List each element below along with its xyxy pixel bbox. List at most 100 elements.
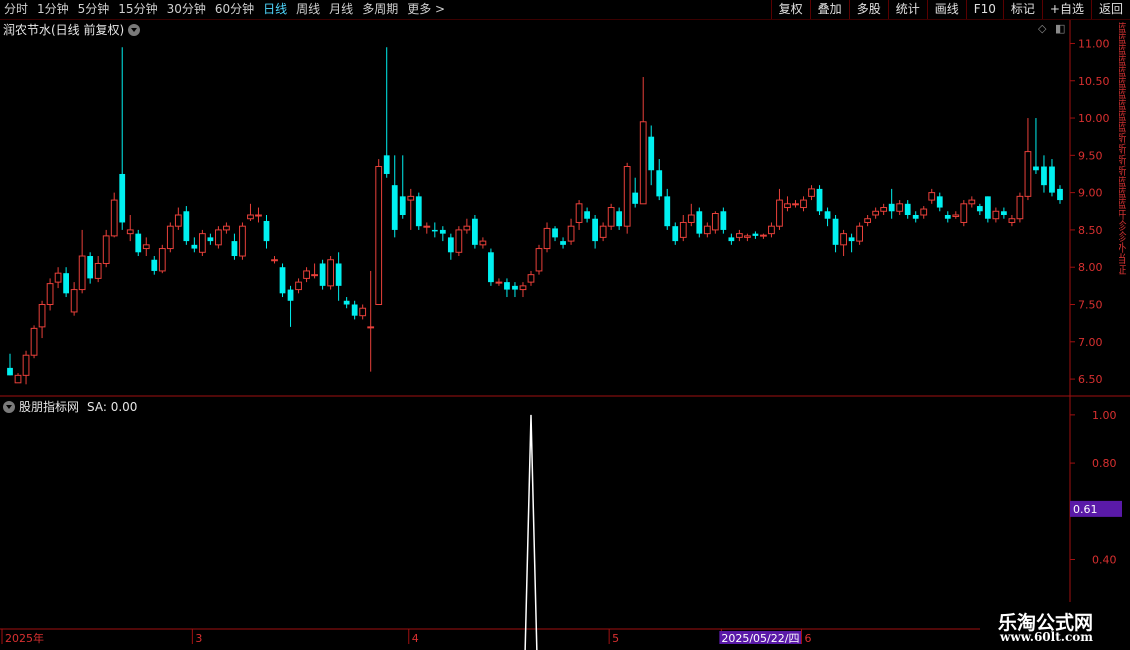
watermark-line2: www.60lt.com — [1000, 630, 1093, 644]
candle-body — [512, 285, 518, 290]
candle-body — [198, 233, 206, 253]
y-tick-label: 10.00 — [1078, 112, 1110, 125]
candle-body — [519, 285, 527, 291]
candle-body — [888, 203, 895, 212]
candle-body — [920, 208, 928, 216]
candle-body — [711, 213, 719, 231]
candle-body — [158, 248, 166, 272]
candle-body — [599, 225, 607, 238]
candle-body — [976, 206, 983, 212]
candle-body — [383, 155, 390, 174]
sub-y-tick-label: 1.00 — [1092, 409, 1117, 422]
candle-body — [800, 199, 807, 209]
candle-body — [535, 248, 543, 272]
candle-body — [808, 188, 815, 197]
cursor-value-text: 0.61 — [1073, 503, 1098, 516]
candle-body — [375, 166, 383, 305]
candle-body — [455, 229, 463, 253]
candle-body — [1033, 166, 1039, 171]
candle-body — [552, 228, 558, 238]
candle-body — [30, 327, 38, 356]
y-tick-label: 10.50 — [1078, 75, 1110, 88]
candle-body — [1016, 195, 1024, 220]
candle-body — [423, 225, 431, 228]
candle-body — [880, 207, 888, 212]
candle-body — [776, 199, 783, 227]
candle-body — [1001, 211, 1007, 215]
x-tick-label: 5 — [612, 632, 619, 645]
y-tick-label: 6.50 — [1078, 373, 1103, 386]
candle-body — [78, 255, 86, 291]
y-tick-label: 8.50 — [1078, 224, 1103, 237]
candle-body — [110, 199, 118, 237]
x-tick-label: 6 — [805, 632, 812, 645]
candle-body — [703, 225, 711, 235]
candle-body — [166, 225, 174, 250]
candle-body — [54, 272, 62, 283]
candle-body — [239, 225, 246, 257]
candle-body — [215, 229, 222, 246]
candle-body — [367, 326, 375, 329]
sa-indicator-line — [524, 414, 538, 650]
candle-body — [543, 227, 551, 250]
candle-body — [864, 218, 872, 223]
x-tick-label: 2025年 — [5, 631, 44, 645]
candle-body — [327, 259, 334, 287]
candle-body — [87, 256, 94, 279]
candle-body — [632, 192, 639, 204]
candle-body — [968, 199, 976, 205]
candle-body — [399, 196, 406, 215]
candle-body — [744, 235, 751, 238]
candle-body — [944, 215, 951, 219]
candle-body — [279, 267, 286, 294]
y-tick-label: 7.00 — [1078, 336, 1103, 349]
candle-body — [664, 196, 671, 227]
candle-body — [784, 203, 791, 209]
candle-body — [207, 237, 214, 242]
candle-body — [679, 221, 687, 238]
candle-body — [287, 289, 294, 301]
candle-body — [607, 207, 615, 227]
candle-body — [904, 203, 911, 215]
candle-body — [504, 282, 510, 290]
candle-body — [648, 136, 655, 171]
candle-body — [472, 218, 478, 245]
candle-body — [151, 259, 158, 271]
candle-body — [70, 289, 78, 313]
candle-body — [407, 195, 415, 201]
candle-body — [760, 234, 767, 237]
candle-body — [1008, 218, 1016, 223]
kline-chart[interactable]: 11.00 10.50 10.00 9.50 9.00 8.50 8.00 7.50 7.00 6… — [0, 0, 1130, 650]
candle-body — [575, 203, 583, 223]
candle-body — [231, 241, 238, 257]
x-tick-label: 4 — [412, 632, 419, 645]
candle-body — [319, 263, 326, 286]
candle-body — [792, 203, 799, 206]
candle-body — [271, 259, 278, 262]
candle-body — [896, 203, 904, 212]
candle-body — [94, 262, 102, 279]
candle-body — [343, 300, 350, 305]
candle-body — [912, 215, 919, 219]
candle-body — [1024, 151, 1032, 197]
candle-body — [191, 244, 198, 249]
candle-body — [872, 210, 880, 216]
sub-y-tick-label: 0.80 — [1092, 457, 1117, 470]
candle-body — [488, 252, 494, 283]
candle-body — [102, 235, 110, 264]
candle-body — [303, 270, 310, 279]
candle-body — [832, 218, 839, 245]
candle-body — [63, 273, 69, 294]
candle-body — [1041, 166, 1047, 186]
candle-body — [672, 226, 679, 242]
candle-body — [720, 211, 727, 230]
candle-body — [952, 214, 960, 217]
candle-body — [936, 196, 943, 208]
candle-body — [656, 170, 663, 197]
candle-body — [728, 237, 735, 242]
watermark-logo: 乐淘公式网 www.60lt.com — [980, 602, 1130, 648]
candle-body — [439, 229, 446, 234]
candle-body — [928, 192, 936, 201]
candle-body — [183, 211, 190, 242]
candle-body — [623, 166, 631, 227]
